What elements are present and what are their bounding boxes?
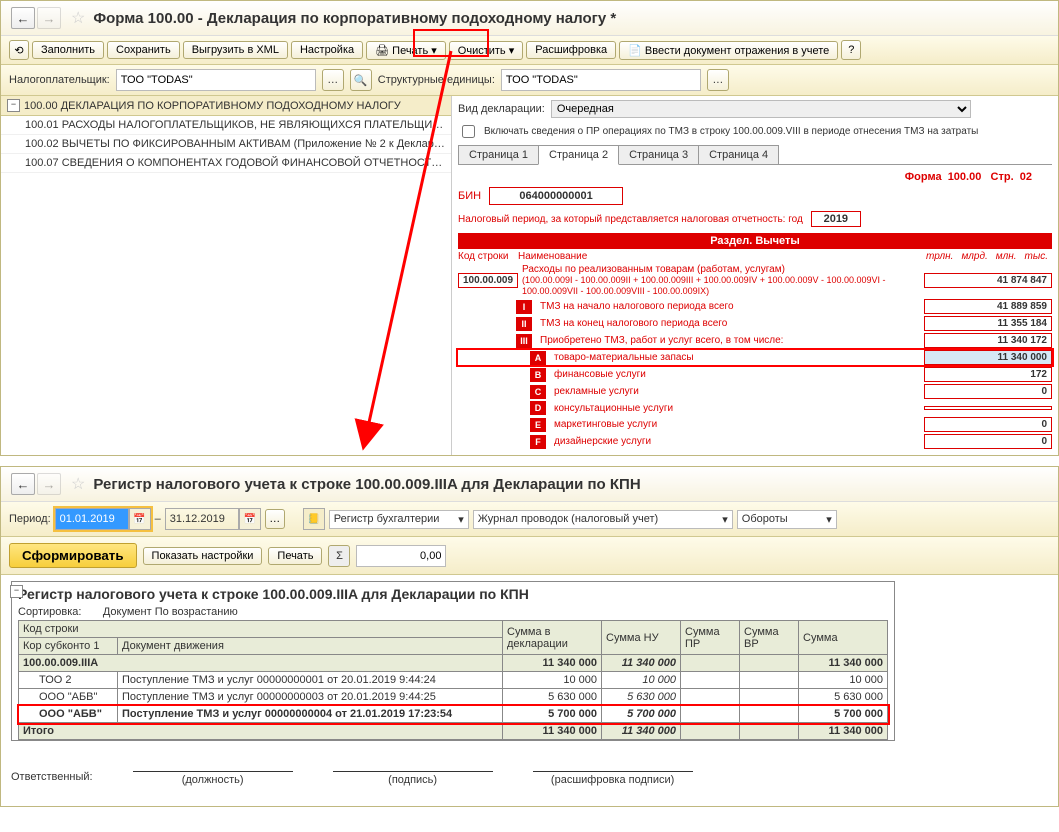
sigma-value — [356, 545, 446, 567]
save-button[interactable]: Сохранить — [107, 41, 180, 59]
star-icon[interactable]: ☆ — [71, 8, 85, 28]
signature-sign: (подпись) — [333, 771, 493, 786]
col-code: Код строки — [458, 251, 518, 262]
period-select-button[interactable]: … — [265, 509, 285, 529]
payer-open-button[interactable]: 🔍 — [350, 69, 372, 91]
payer-lookup-button[interactable]: … — [322, 69, 344, 91]
section-header: Раздел. Вычеты — [458, 233, 1052, 249]
tree-item[interactable]: 100.01 РАСХОДЫ НАЛОГОПЛАТЕЛЬЩИКОВ, НЕ ЯВ… — [1, 116, 451, 135]
help-button[interactable]: ? — [841, 40, 861, 60]
sigma-icon: Σ — [328, 545, 350, 567]
period-label: Период: — [9, 513, 51, 525]
enter-doc-button[interactable]: 📄 Ввести документ отражения в учете — [619, 41, 838, 60]
turnover-select[interactable]: Обороты▾ — [737, 510, 837, 529]
form-row[interactable]: Bфинансовые услуги172 — [458, 367, 1052, 382]
payer-field[interactable] — [116, 69, 316, 91]
tree-item[interactable]: 100.07 СВЕДЕНИЯ О КОМПОНЕНТАХ ГОДОВОЙ ФИ… — [1, 154, 451, 173]
fill-button[interactable]: Заполнить — [32, 41, 104, 59]
units-field[interactable] — [501, 69, 701, 91]
decl-type-label: Вид декларации: — [458, 103, 545, 115]
date-from-field[interactable]: 01.01.2019 — [55, 508, 129, 530]
show-settings-button[interactable]: Показать настройки — [143, 547, 263, 565]
responsible-label: Ответственный: — [11, 771, 93, 786]
calendar-icon[interactable]: 📅 — [239, 508, 261, 530]
back-button[interactable]: ← — [11, 7, 35, 29]
col-name: Наименование — [518, 251, 922, 262]
tree-root[interactable]: −100.00 ДЕКЛАРАЦИЯ ПО КОРПОРАТИВНОМУ ПОД… — [1, 96, 451, 116]
tree-item[interactable]: 100.02 ВЫЧЕТЫ ПО ФИКСИРОВАННЫМ АКТИВАМ (… — [1, 135, 451, 154]
col-units: трлн.млрд.млн.тыс. — [922, 251, 1052, 262]
ledger-icon: 📒 — [303, 508, 325, 530]
forward-button[interactable]: → — [37, 473, 61, 495]
collapse-icon[interactable]: − — [10, 585, 23, 598]
form-row[interactable]: IТМЗ на начало налогового периода всего4… — [458, 299, 1052, 314]
date-to-field[interactable]: 31.12.2019 — [165, 508, 239, 530]
clear-button[interactable]: Очистить ▾ — [449, 41, 523, 60]
tab-page-1[interactable]: Страница 1 — [458, 145, 539, 164]
form-row[interactable]: Eмаркетинговые услуги0 — [458, 417, 1052, 432]
report-table: Код строки Сумма в декларации Сумма НУ С… — [18, 620, 888, 740]
period-text: Налоговый период, за который представляе… — [458, 214, 803, 225]
form-row[interactable]: IIIПриобретено ТМЗ, работ и услуг всего,… — [458, 333, 1052, 348]
decode-button[interactable]: Расшифровка — [526, 41, 616, 59]
run-button[interactable]: Сформировать — [9, 543, 137, 568]
back-button[interactable]: ← — [11, 473, 35, 495]
ledger-select[interactable]: Регистр бухгалтерии▾ — [329, 510, 469, 529]
export-xml-button[interactable]: Выгрузить в XML — [183, 41, 288, 59]
include-pr-checkbox[interactable] — [462, 125, 475, 138]
decl-type-select[interactable]: Очередная — [551, 100, 971, 118]
include-pr-label: Включать сведения о ПР операциях по ТМЗ … — [484, 126, 978, 137]
window-title: Регистр налогового учета к строке 100.00… — [93, 476, 640, 493]
signature-name: (расшифровка подписи) — [533, 771, 693, 786]
tab-page-3[interactable]: Страница 3 — [618, 145, 699, 164]
calendar-icon[interactable]: 📅 — [129, 508, 151, 530]
group-row[interactable]: 100.00.009.IIIA11 340 00011 340 00011 34… — [19, 655, 888, 672]
tree-pane: −100.00 ДЕКЛАРАЦИЯ ПО КОРПОРАТИВНОМУ ПОД… — [1, 96, 452, 455]
journal-select[interactable]: Журнал проводок (налоговый учет)▾ — [473, 510, 733, 529]
star-icon[interactable]: ☆ — [71, 474, 85, 494]
sort-value: Документ По возрастанию — [103, 606, 238, 618]
setup-button[interactable]: Настройка — [291, 41, 363, 59]
table-row[interactable]: ООО "АБВ"Поступление ТМЗ и услуг 0000000… — [19, 689, 888, 706]
units-label: Структурные единицы: — [378, 74, 495, 86]
form-row[interactable]: Aтоваро-материальные запасы11 340 000 — [458, 350, 1052, 365]
form-row[interactable]: Fдизайнерские услуги0 — [458, 434, 1052, 449]
tab-page-2[interactable]: Страница 2 — [538, 145, 619, 165]
form-row[interactable]: IIТМЗ на конец налогового периода всего1… — [458, 316, 1052, 331]
form-row[interactable]: 100.00.009Расходы по реализованным товар… — [458, 264, 1052, 297]
form-row[interactable]: Dконсультационные услуги — [458, 401, 1052, 415]
form-pane: Вид декларации: Очередная Включать сведе… — [452, 96, 1058, 455]
collapse-icon[interactable]: − — [7, 99, 20, 112]
sort-label: Сортировка: — [18, 606, 81, 618]
year-field[interactable]: 2019 — [811, 211, 861, 227]
payer-label: Налогоплательщик: — [9, 74, 110, 86]
table-row[interactable]: ООО "АБВ"Поступление ТМЗ и услуг 0000000… — [19, 706, 888, 723]
form-row[interactable]: Cрекламные услуги0 — [458, 384, 1052, 399]
units-lookup-button[interactable]: … — [707, 69, 729, 91]
forward-button[interactable]: → — [37, 7, 61, 29]
bin-field[interactable]: 064000000001 — [489, 187, 623, 205]
table-row[interactable]: ТОО 2Поступление ТМЗ и услуг 00000000001… — [19, 672, 888, 689]
print-button[interactable]: Печать — [268, 547, 322, 565]
signature-position: (должность) — [133, 771, 293, 786]
print-button[interactable]: 🖨 Печать ▾ — [366, 41, 446, 60]
bin-label: БИН — [458, 190, 481, 202]
tab-page-4[interactable]: Страница 4 — [698, 145, 779, 164]
report-title: Регистр налогового учета к строке 100.00… — [18, 586, 888, 602]
window-title: Форма 100.00 - Декларация по корпоративн… — [93, 10, 616, 27]
refresh-icon[interactable]: ⟲ — [9, 40, 29, 60]
